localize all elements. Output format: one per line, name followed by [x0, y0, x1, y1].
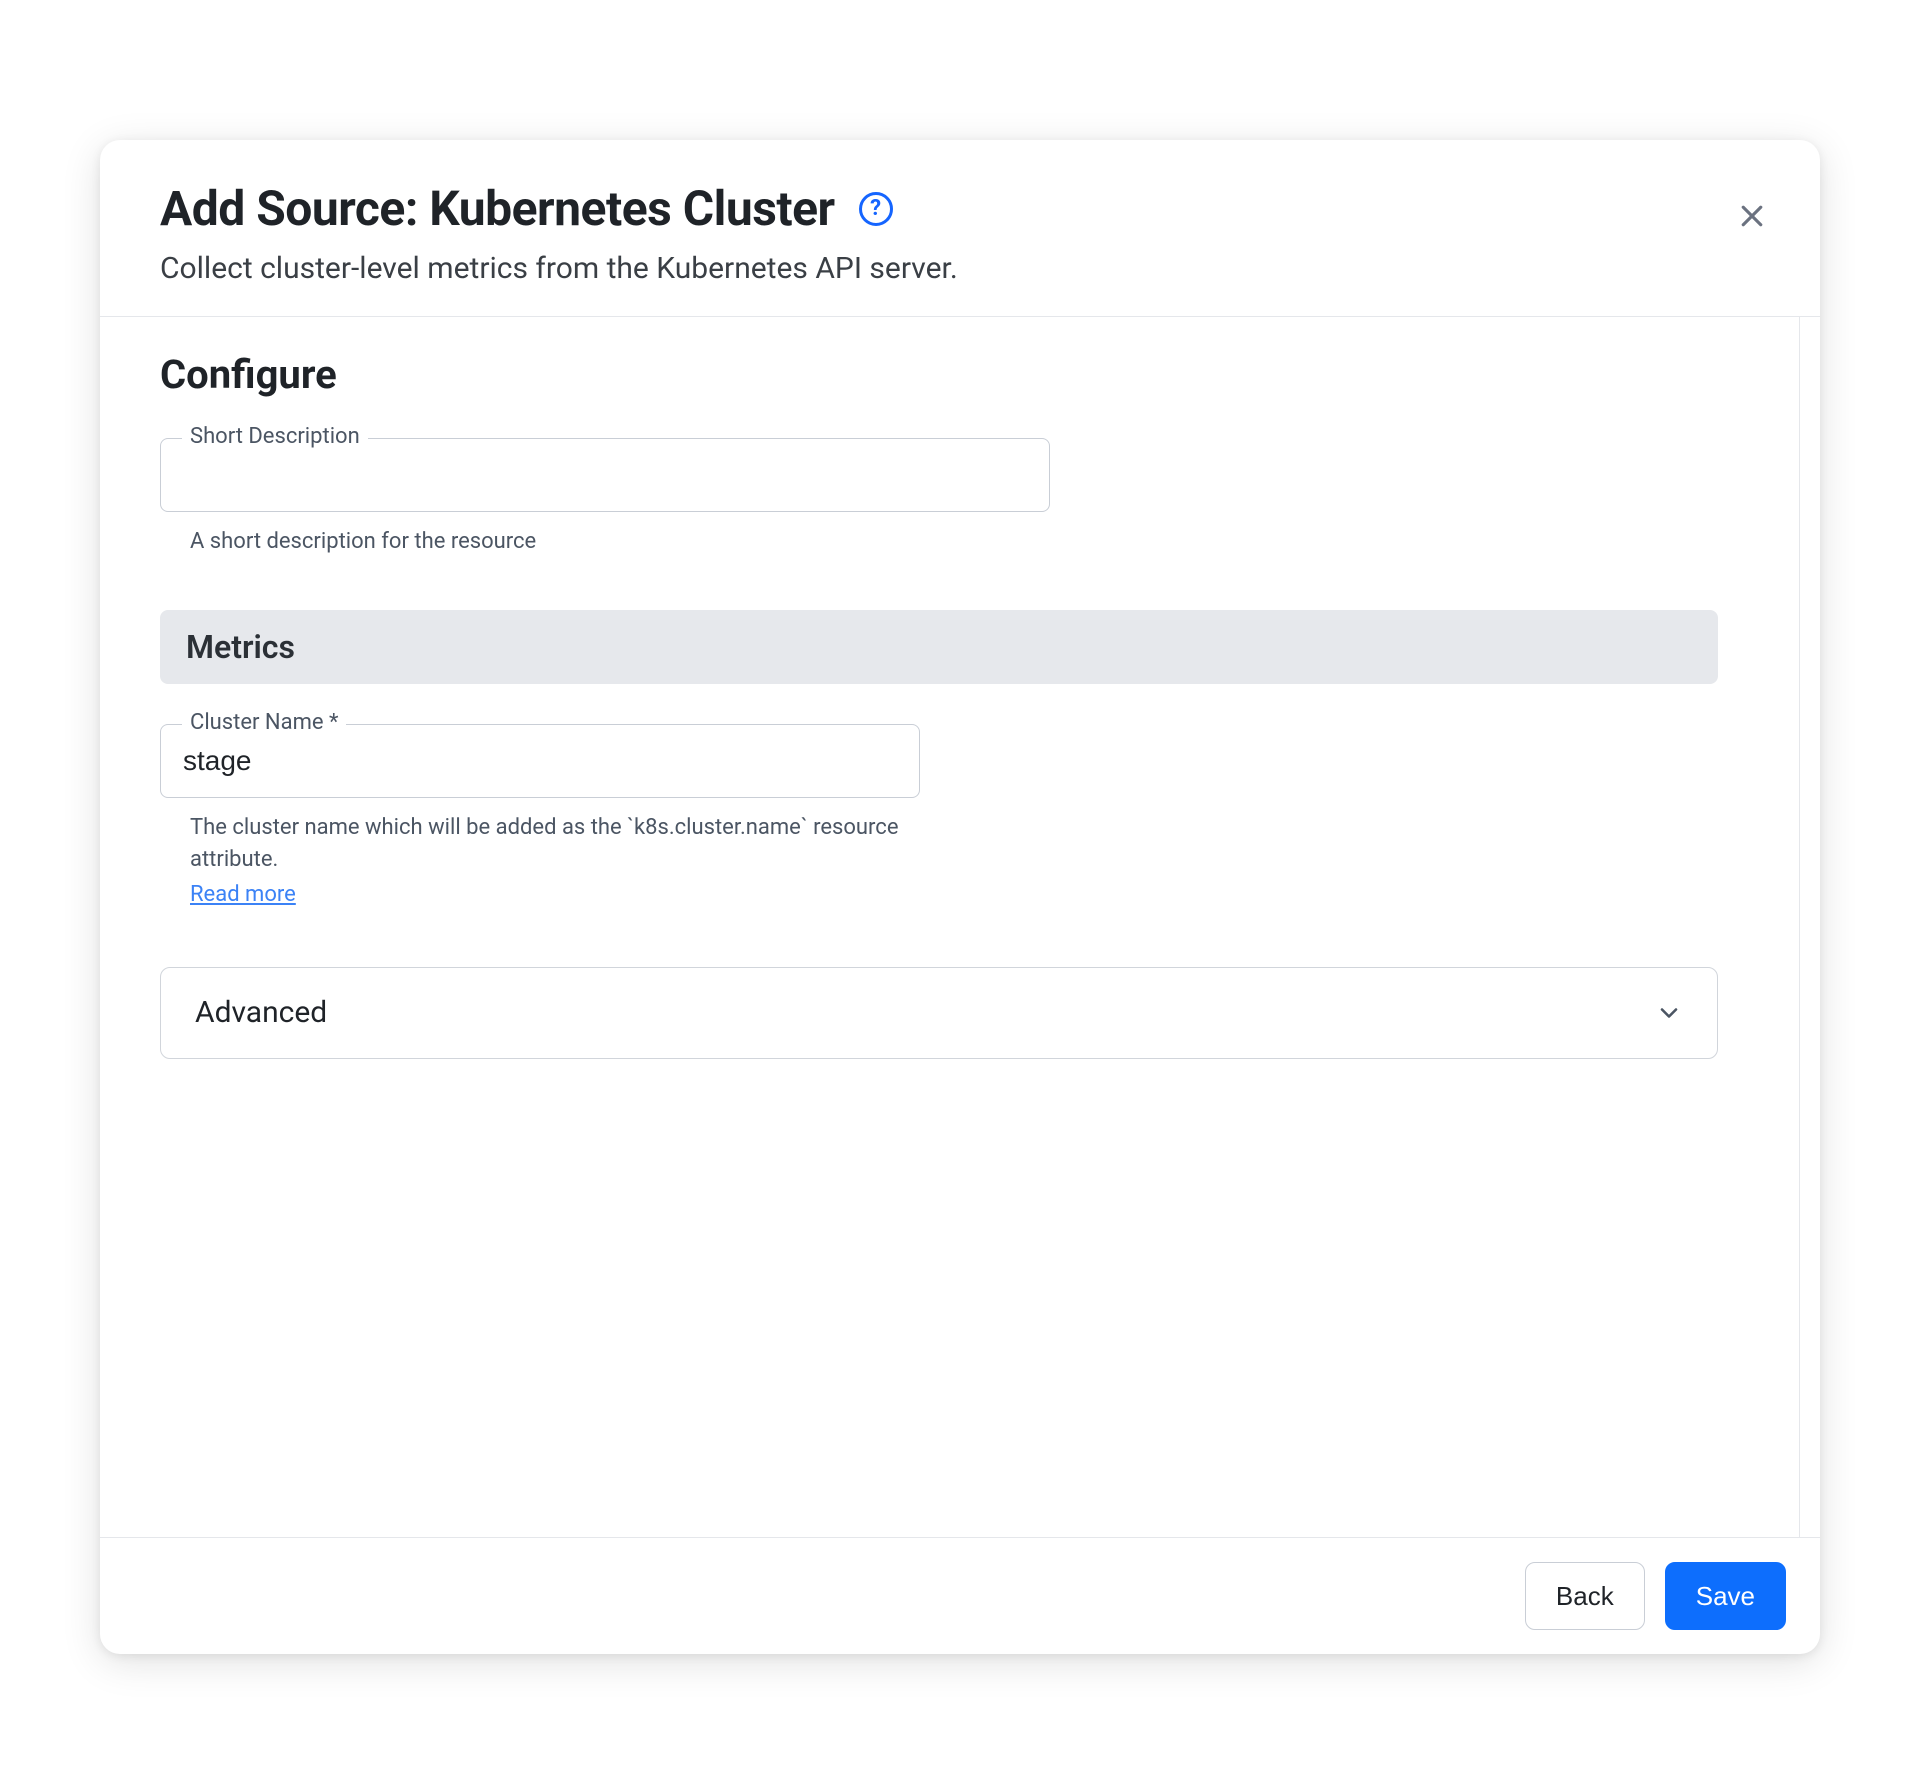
modal-footer: Back Save — [100, 1537, 1820, 1654]
cluster-name-label: Cluster Name * — [182, 710, 346, 735]
help-icon-glyph: ? — [870, 196, 881, 221]
cluster-name-read-more-link[interactable]: Read more — [190, 882, 296, 907]
short-description-field-group: Short Description — [160, 438, 1739, 512]
back-button[interactable]: Back — [1525, 1562, 1645, 1630]
chevron-down-icon — [1655, 999, 1683, 1027]
modal-header: Add Source: Kubernetes Cluster ? Collect… — [100, 140, 1820, 317]
modal-subtitle: Collect cluster-level metrics from the K… — [160, 251, 1760, 286]
cluster-name-help: The cluster name which will be added as … — [190, 812, 950, 876]
help-icon[interactable]: ? — [859, 192, 893, 226]
cluster-name-field-group: Cluster Name * — [160, 724, 1739, 798]
close-button[interactable] — [1732, 196, 1772, 236]
title-row: Add Source: Kubernetes Cluster ? — [160, 180, 1760, 237]
short-description-label: Short Description — [182, 424, 368, 449]
configure-section-title: Configure — [160, 351, 1739, 398]
close-icon — [1737, 201, 1767, 231]
add-source-modal: Add Source: Kubernetes Cluster ? Collect… — [100, 140, 1820, 1654]
advanced-label: Advanced — [195, 995, 327, 1030]
modal-body: Configure Short Description A short desc… — [100, 317, 1800, 1537]
short-description-help: A short description for the resource — [190, 526, 950, 558]
cluster-name-input[interactable] — [160, 724, 920, 798]
metrics-section-header: Metrics — [160, 610, 1718, 684]
save-button[interactable]: Save — [1665, 1562, 1786, 1630]
modal-title: Add Source: Kubernetes Cluster — [160, 180, 835, 237]
advanced-toggle[interactable]: Advanced — [160, 967, 1718, 1059]
short-description-input[interactable] — [160, 438, 1050, 512]
metrics-section-title: Metrics — [186, 628, 295, 666]
